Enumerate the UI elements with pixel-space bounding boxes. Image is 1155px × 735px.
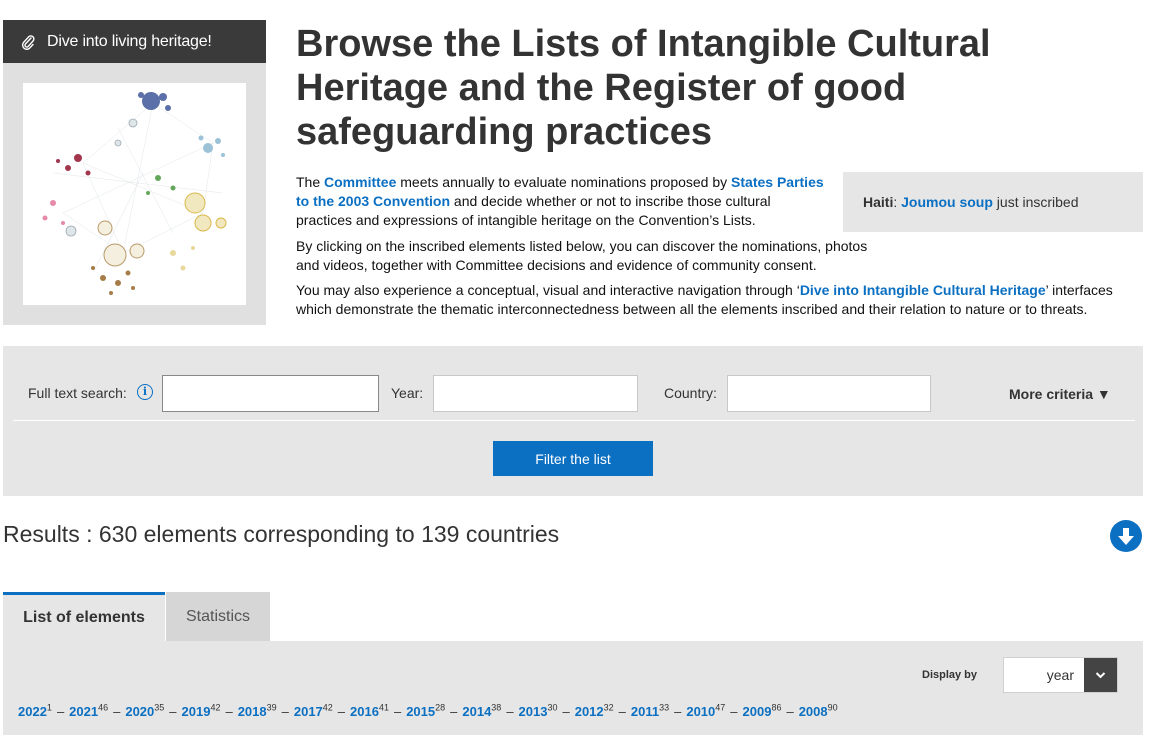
dive-promo[interactable]: Dive into living heritage! <box>3 20 266 325</box>
year-separator: – <box>169 704 177 720</box>
fulltext-search-input[interactable] <box>162 375 379 412</box>
year-separator: – <box>225 704 233 720</box>
dive-promo-label: Dive into living heritage! <box>47 32 212 50</box>
year-count: 1 <box>46 703 52 713</box>
year-link-2014[interactable]: 201438 <box>462 703 502 719</box>
display-by-value: year <box>1046 667 1074 683</box>
search-divider <box>13 420 1135 421</box>
year-count: 39 <box>266 703 277 713</box>
year-link-2017[interactable]: 201742 <box>294 703 333 719</box>
chevron-down-icon <box>1095 672 1106 679</box>
year-count: 41 <box>378 703 389 713</box>
list-panel: Display by year 20221–202146–202035–2019… <box>3 641 1143 735</box>
year-separator: – <box>730 704 738 720</box>
year-links: 20221–202146–202035–201942–201839–201742… <box>18 703 838 719</box>
filter-button[interactable]: Filter the list <box>493 441 653 476</box>
committee-link[interactable]: Committee <box>324 174 396 190</box>
year-separator: – <box>786 704 794 720</box>
year-count: 35 <box>154 703 165 713</box>
more-criteria-toggle[interactable]: More criteria ▼ <box>1009 386 1111 402</box>
fulltext-label: Full text search: <box>28 385 127 401</box>
dive-into-ich-link[interactable]: Dive into Intangible Cultural Heritage <box>800 282 1046 298</box>
year-link-2010[interactable]: 201047 <box>686 703 726 719</box>
year-count: 30 <box>547 703 558 713</box>
year-separator: – <box>674 704 682 720</box>
year-separator: – <box>562 704 570 720</box>
year-count: 33 <box>659 703 670 713</box>
country-label: Country: <box>664 385 717 401</box>
country-input[interactable] <box>727 375 931 412</box>
year-separator: – <box>337 704 346 720</box>
year-count: 38 <box>491 703 502 713</box>
year-link-2019[interactable]: 201942 <box>182 703 221 719</box>
year-link-2021[interactable]: 202146 <box>69 703 109 719</box>
year-count: 46 <box>98 703 109 713</box>
year-count: 42 <box>322 703 333 713</box>
year-separator: – <box>393 704 402 720</box>
paperclip-icon <box>21 34 35 50</box>
network-graph-image <box>42 92 227 295</box>
info-icon[interactable]: i <box>137 384 153 400</box>
year-link-2016[interactable]: 201641 <box>350 703 389 719</box>
news-ticker: Haiti: Joumou soup just inscribed <box>843 172 1143 232</box>
year-link-2022[interactable]: 20221 <box>18 703 52 719</box>
year-link-2018[interactable]: 201839 <box>238 703 277 719</box>
tab-statistics[interactable]: Statistics <box>166 592 270 641</box>
ticker-element-link[interactable]: Joumou soup <box>901 194 993 210</box>
year-separator: – <box>450 704 458 720</box>
year-separator: – <box>506 704 514 720</box>
year-count: 28 <box>435 703 446 713</box>
year-separator: – <box>56 704 65 720</box>
intro-paragraph-1: The Committee meets annually to evaluate… <box>296 174 824 228</box>
intro-paragraph-2: By clicking on the inscribed elements li… <box>296 238 868 273</box>
download-icon[interactable] <box>1110 520 1142 552</box>
intro-paragraph-3: You may also experience a conceptual, vi… <box>296 282 1113 317</box>
year-separator: – <box>281 704 289 720</box>
dropdown-button[interactable] <box>1084 658 1117 692</box>
search-panel: Full text search: i Year: Country: More … <box>3 346 1143 496</box>
display-by-label: Display by <box>922 669 978 681</box>
ticker-country: Haiti <box>863 194 894 210</box>
year-link-2020[interactable]: 202035 <box>125 703 165 719</box>
year-link-2013[interactable]: 201330 <box>519 703 558 719</box>
year-count: 42 <box>210 703 221 713</box>
page-title: Browse the Lists of Intangible Cultural … <box>296 23 991 153</box>
year-separator: – <box>113 704 121 720</box>
year-count: 32 <box>603 703 614 713</box>
year-link-2009[interactable]: 200986 <box>743 703 782 719</box>
year-link-2012[interactable]: 201232 <box>575 703 614 719</box>
year-count: 47 <box>715 703 726 713</box>
results-summary: Results : 630 elements corresponding to … <box>3 521 560 547</box>
year-input[interactable] <box>433 375 638 412</box>
year-link-2008[interactable]: 200890 <box>799 703 838 719</box>
year-count: 86 <box>771 703 782 713</box>
year-separator: – <box>618 704 626 720</box>
year-label: Year: <box>391 385 424 401</box>
display-by-select[interactable]: year <box>1003 657 1118 693</box>
tab-list-of-elements[interactable]: List of elements <box>3 592 165 641</box>
dive-promo-header[interactable]: Dive into living heritage! <box>3 20 266 63</box>
arrow-down-icon <box>1118 528 1134 545</box>
year-link-2015[interactable]: 201528 <box>406 703 446 719</box>
year-link-2011[interactable]: 201133 <box>631 703 670 719</box>
heritage-network-graph[interactable] <box>23 83 246 305</box>
year-count: 90 <box>827 703 838 713</box>
